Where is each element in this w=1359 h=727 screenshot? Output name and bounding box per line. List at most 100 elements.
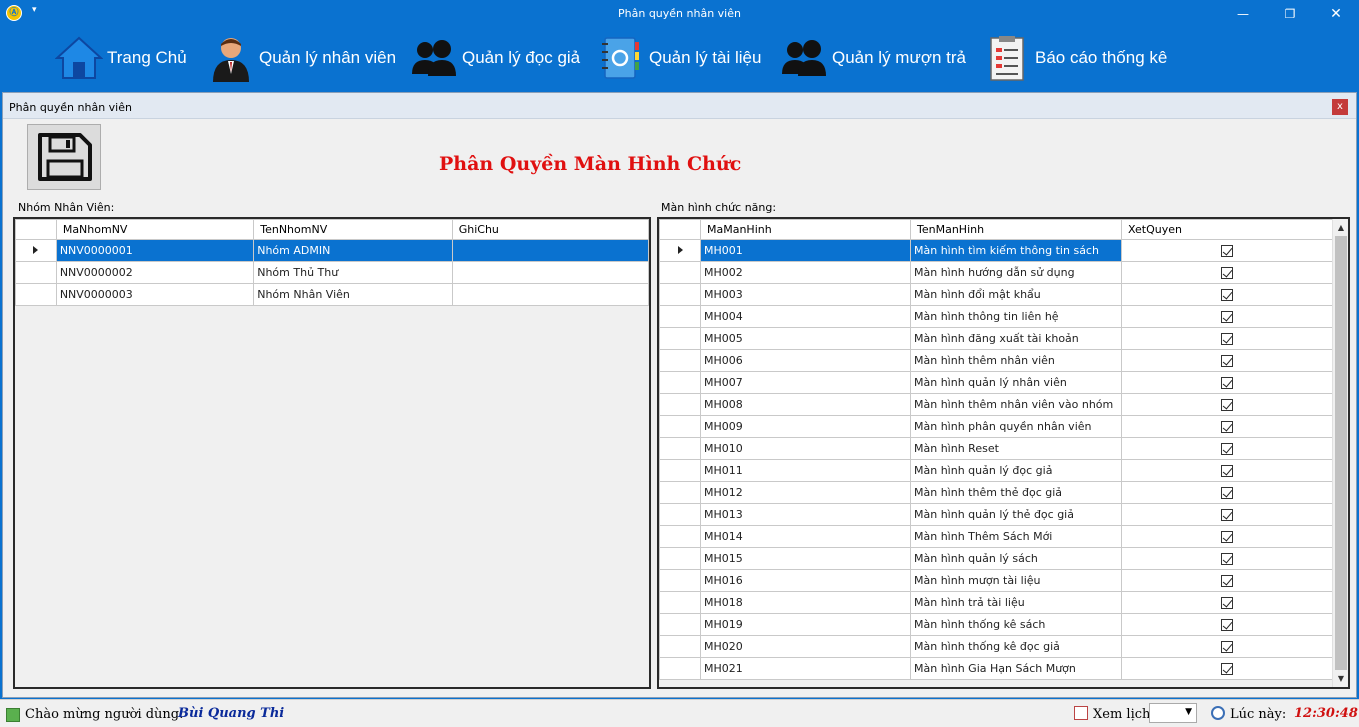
table-cell[interactable] xyxy=(451,283,649,306)
table-cell[interactable]: Màn hình Reset xyxy=(910,437,1122,460)
table-cell[interactable]: Nhóm Nhân Viên xyxy=(253,283,453,306)
permission-checkbox[interactable] xyxy=(1221,641,1233,653)
table-row[interactable]: MH003 Màn hình đổi mật khẩu xyxy=(659,283,1333,306)
table-cell[interactable]: MH015 xyxy=(700,547,911,570)
table-cell[interactable] xyxy=(1121,481,1333,504)
table-row[interactable]: MH012 Màn hình thêm thẻ đọc giả xyxy=(659,481,1333,504)
table-cell[interactable]: MH002 xyxy=(700,261,911,284)
table-cell[interactable]: Màn hình thêm thẻ đọc giả xyxy=(910,481,1122,504)
table-row[interactable]: MH016 Màn hình mượn tài liệu xyxy=(659,569,1333,592)
table-cell[interactable]: MH010 xyxy=(700,437,911,460)
table-cell[interactable]: Màn hình phân quyền nhân viên xyxy=(910,415,1122,438)
table-cell[interactable] xyxy=(1121,591,1333,614)
table-row[interactable]: MH002 Màn hình hướng dẫn sử dụng xyxy=(659,261,1333,284)
calendar-dropdown[interactable]: ▼ xyxy=(1149,703,1197,723)
table-cell[interactable]: Màn hình thông tin liên hệ xyxy=(910,305,1122,328)
table-cell[interactable]: MH005 xyxy=(700,327,911,350)
table-cell[interactable]: MH003 xyxy=(700,283,911,306)
column-header[interactable]: GhiChu xyxy=(451,219,649,240)
table-cell[interactable] xyxy=(451,239,649,262)
column-header[interactable]: XetQuyen xyxy=(1121,219,1333,240)
screen-function-grid[interactable]: MaManHinh TenManHinh XetQuyen MH001 Màn h… xyxy=(657,217,1350,689)
table-cell[interactable] xyxy=(451,261,649,284)
table-row[interactable]: MH010 Màn hình Reset xyxy=(659,437,1333,460)
table-row[interactable]: MH014 Màn hình Thêm Sách Mới xyxy=(659,525,1333,548)
table-cell[interactable]: MH012 xyxy=(700,481,911,504)
table-cell[interactable] xyxy=(1121,613,1333,636)
table-cell[interactable] xyxy=(1121,261,1333,284)
table-row[interactable]: MH009 Màn hình phân quyền nhân viên xyxy=(659,415,1333,438)
table-cell[interactable]: MH021 xyxy=(700,657,911,680)
nav-quan-ly-tai-lieu[interactable]: Quản lý tài liệu xyxy=(597,34,761,82)
permission-checkbox[interactable] xyxy=(1221,245,1233,257)
table-cell[interactable]: Màn hình thống kê sách xyxy=(910,613,1122,636)
table-row[interactable]: MH020 Màn hình thống kê đọc giả xyxy=(659,635,1333,658)
table-cell[interactable] xyxy=(1121,239,1333,262)
table-row[interactable]: MH005 Màn hình đăng xuất tài khoản xyxy=(659,327,1333,350)
vertical-scrollbar[interactable]: ▲ ▼ xyxy=(1332,219,1348,687)
table-cell[interactable]: MH018 xyxy=(700,591,911,614)
permission-checkbox[interactable] xyxy=(1221,487,1233,499)
table-cell[interactable]: Màn hình quản lý nhân viên xyxy=(910,371,1122,394)
permission-checkbox[interactable] xyxy=(1221,377,1233,389)
scroll-up-icon[interactable]: ▲ xyxy=(1333,219,1348,236)
table-cell[interactable] xyxy=(1121,415,1333,438)
table-row[interactable]: MH006 Màn hình thêm nhân viên xyxy=(659,349,1333,372)
table-row[interactable]: MH007 Màn hình quản lý nhân viên xyxy=(659,371,1333,394)
table-cell[interactable] xyxy=(1121,525,1333,548)
save-button[interactable] xyxy=(27,124,101,190)
table-cell[interactable] xyxy=(1121,393,1333,416)
maximize-button[interactable]: ❐ xyxy=(1267,0,1313,28)
scroll-thumb[interactable] xyxy=(1335,236,1347,670)
permission-checkbox[interactable] xyxy=(1221,399,1233,411)
table-cell[interactable] xyxy=(1121,459,1333,482)
table-cell[interactable]: Màn hình đăng xuất tài khoản xyxy=(910,327,1122,350)
table-cell[interactable]: NNV0000001 xyxy=(55,239,255,262)
table-cell[interactable]: Nhóm Thủ Thư xyxy=(253,261,453,284)
table-cell[interactable] xyxy=(1121,569,1333,592)
table-cell[interactable]: Màn hình thêm nhân viên vào nhóm xyxy=(910,393,1122,416)
table-cell[interactable]: Màn hình quản lý đọc giả xyxy=(910,459,1122,482)
column-header[interactable]: MaNhomNV xyxy=(55,219,255,240)
table-cell[interactable]: Màn hình trả tài liệu xyxy=(910,591,1122,614)
permission-checkbox[interactable] xyxy=(1221,311,1233,323)
permission-checkbox[interactable] xyxy=(1221,597,1233,609)
table-row[interactable]: MH019 Màn hình thống kê sách xyxy=(659,613,1333,636)
permission-checkbox[interactable] xyxy=(1221,355,1233,367)
table-cell[interactable] xyxy=(1121,635,1333,658)
table-row[interactable]: MH015 Màn hình quản lý sách xyxy=(659,547,1333,570)
table-row[interactable]: MH008 Màn hình thêm nhân viên vào nhóm xyxy=(659,393,1333,416)
table-cell[interactable]: Màn hình quản lý sách xyxy=(910,547,1122,570)
nav-quan-ly-nhan-vien[interactable]: Quản lý nhân viên xyxy=(207,34,396,82)
permission-checkbox[interactable] xyxy=(1221,333,1233,345)
permission-checkbox[interactable] xyxy=(1221,619,1233,631)
table-cell[interactable]: MH004 xyxy=(700,305,911,328)
table-cell[interactable] xyxy=(1121,349,1333,372)
table-cell[interactable]: NNV0000003 xyxy=(55,283,255,306)
nav-quan-ly-muon-tra[interactable]: Quản lý mượn trả xyxy=(780,34,966,82)
table-cell[interactable] xyxy=(1121,657,1333,680)
table-cell[interactable]: MH011 xyxy=(700,459,911,482)
table-cell[interactable]: Màn hình tìm kiếm thông tin sách xyxy=(910,239,1122,262)
calendar-label[interactable]: Xem lịch xyxy=(1093,707,1150,722)
employee-group-grid[interactable]: MaNhomNV TenNhomNV GhiChu NNV0000001 Nhó… xyxy=(13,217,651,689)
permission-checkbox[interactable] xyxy=(1221,421,1233,433)
nav-trang-chu[interactable]: Trang Chủ xyxy=(54,34,187,82)
table-row[interactable]: MH001 Màn hình tìm kiếm thông tin sách xyxy=(659,239,1333,262)
permission-checkbox[interactable] xyxy=(1221,289,1233,301)
table-cell[interactable]: Màn hình Gia Hạn Sách Mượn xyxy=(910,657,1122,680)
table-cell[interactable]: Màn hình mượn tài liệu xyxy=(910,569,1122,592)
table-cell[interactable] xyxy=(1121,283,1333,306)
table-row[interactable]: MH018 Màn hình trả tài liệu xyxy=(659,591,1333,614)
nav-quan-ly-doc-gia[interactable]: Quản lý đọc giả xyxy=(410,34,580,82)
column-header[interactable]: TenNhomNV xyxy=(253,219,453,240)
column-header[interactable]: MaManHinh xyxy=(700,219,911,240)
table-row[interactable]: NNV0000002 Nhóm Thủ Thư xyxy=(15,261,649,284)
table-cell[interactable]: MH001 xyxy=(700,239,911,262)
table-cell[interactable]: MH014 xyxy=(700,525,911,548)
permission-checkbox[interactable] xyxy=(1221,575,1233,587)
table-cell[interactable]: Màn hình thêm nhân viên xyxy=(910,349,1122,372)
table-cell[interactable]: Màn hình Thêm Sách Mới xyxy=(910,525,1122,548)
table-cell[interactable]: MH013 xyxy=(700,503,911,526)
child-close-button[interactable]: x xyxy=(1332,99,1348,115)
